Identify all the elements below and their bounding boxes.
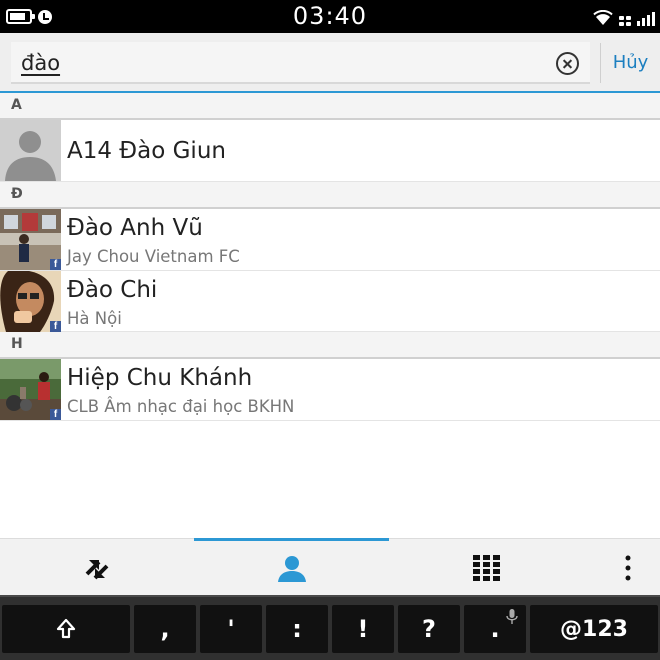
contact-row[interactable]: f Đào Chi Hà Nội [0,271,660,332]
contact-avatar: f [0,359,61,420]
shift-icon [56,618,76,640]
person-silhouette-icon [0,120,61,181]
key-colon[interactable]: : [266,605,328,653]
search-bar: đào Hủy [0,33,660,92]
default-avatar [0,120,61,181]
shift-key[interactable] [2,605,130,653]
facebook-icon: f [50,321,61,332]
signal-icon [637,10,655,26]
search-input[interactable]: đào [11,42,590,84]
contact-subtitle: Jay Chou Vietnam FC [67,247,240,266]
facebook-icon: f [50,409,61,420]
section-letter: A [11,97,22,113]
contact-subtitle: Hà Nội [67,309,122,328]
tab-dialpad[interactable] [389,539,584,596]
contact-subtitle: CLB Âm nhạc đại học BKHN [67,397,294,416]
cancel-button[interactable]: Hủy [601,33,660,92]
contact-name: Đào Chi [67,277,157,303]
dialpad-icon [473,555,501,581]
overflow-menu-icon [625,555,631,581]
call-log-icon [83,554,111,582]
key-period[interactable]: . [464,605,526,653]
status-bar: 03:40 [0,0,660,33]
contacts-icon [277,554,307,582]
contact-avatar: f [0,271,61,332]
key-exclamation[interactable]: ! [332,605,394,653]
contact-name: Đào Anh Vũ [67,215,203,241]
wifi-icon [593,10,613,26]
contact-name: A14 Đào Giun [67,138,226,164]
section-header-d: Đ [0,182,660,209]
facebook-icon: f [50,259,61,270]
section-header-a: A [0,93,660,120]
section-header-h: H [0,332,660,359]
section-letter: H [11,336,23,352]
keyboard: , ' : ! ? . @123 [0,595,660,660]
tab-contacts[interactable] [194,539,389,596]
key-comma[interactable]: , [134,605,196,653]
contact-row[interactable]: A14 Đào Giun [0,120,660,182]
section-letter: Đ [11,186,23,202]
tab-call-log[interactable] [0,539,194,596]
contact-name: Hiệp Chu Khánh [67,365,252,391]
contact-row[interactable]: f Hiệp Chu Khánh CLB Âm nhạc đại học BKH… [0,359,660,421]
tab-bar [0,538,660,595]
search-query: đào [21,51,60,75]
contact-avatar: f [0,209,61,270]
symbol-key[interactable]: @123 [530,605,658,653]
contact-row[interactable]: f Đào Anh Vũ Jay Chou Vietnam FC [0,209,660,271]
key-apostrophe[interactable]: ' [200,605,262,653]
clear-search-icon[interactable] [556,52,579,75]
blackberry-icon [619,16,631,26]
key-question[interactable]: ? [398,605,460,653]
tab-overflow-menu[interactable] [596,539,660,596]
status-clock: 03:40 [0,2,660,30]
microphone-icon [506,609,518,625]
key-period-label: . [490,615,499,643]
